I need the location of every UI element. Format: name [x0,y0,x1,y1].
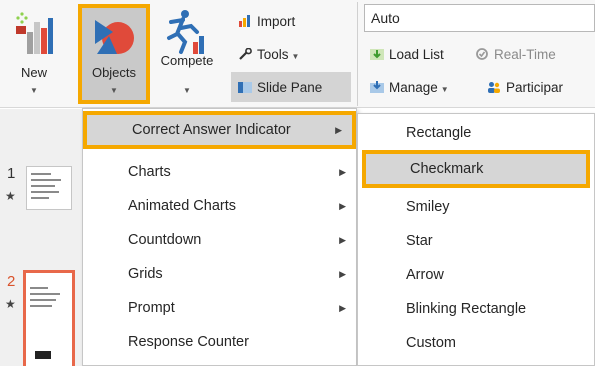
manage-dropdown-icon: ▼ [440,85,449,94]
tools-icon [239,48,252,60]
submenu-arrow-icon: ▶ [335,125,342,135]
submenu-item-blinking-rectangle[interactable]: Blinking Rectangle [358,292,594,326]
slides-pane: 1 ★ 2 ★ [0,109,82,366]
submenu-arrow-icon: ▶ [339,235,346,245]
slide-thumbnail-1[interactable] [26,166,72,210]
compete-dropdown-icon: ▼ [183,86,191,95]
objects-label: Objects [91,65,137,80]
menu-item-label: Response Counter [128,334,249,350]
submenu-item-label: Checkmark [410,161,484,177]
import-label: Import [257,14,296,29]
menu-item-countdown[interactable]: Countdown ▶ [83,223,356,257]
menu-item-label: Grids [128,266,163,282]
objects-menu: Correct Answer Indicator ▶ Charts ▶ Anim… [82,108,357,366]
slide-pane-button[interactable]: Slide Pane [238,76,322,100]
slide-pane-label: Slide Pane [257,80,323,95]
realtime-button[interactable]: Real-Time [475,43,556,67]
import-icon [239,15,250,27]
auto-field[interactable]: Auto [364,4,595,32]
participants-button[interactable]: Participar [487,76,563,100]
manage-label: Manage [389,80,438,95]
participants-icon [488,82,500,93]
objects-button[interactable]: Objects ▼ [78,4,150,104]
new-dropdown-icon: ▼ [30,86,38,95]
realtime-label: Real-Time [494,47,556,62]
slide-number: 1 [7,165,16,182]
ribbon-separator [357,2,358,106]
new-icon [16,12,53,54]
manage-icon [370,81,384,93]
slide-object-icon [35,351,51,359]
compete-button[interactable]: Compete ▼ [150,4,224,104]
compete-icon [167,10,204,54]
tools-label: Tools [257,47,289,62]
menu-item-label: Animated Charts [128,198,236,214]
realtime-icon [476,48,488,60]
slide-number: 2 [7,273,16,290]
submenu-item-rectangle[interactable]: Rectangle [358,116,594,150]
menu-item-response-counter[interactable]: Response Counter [83,325,356,359]
submenu-arrow-icon: ▶ [339,167,346,177]
tools-dropdown-icon: ▼ [291,52,300,61]
star-icon: ★ [5,189,16,203]
star-icon: ★ [5,297,16,311]
submenu-arrow-icon: ▶ [339,303,346,313]
objects-dropdown-icon: ▼ [110,86,118,95]
slide-thumbnail-2[interactable] [23,270,75,366]
load-list-label: Load List [389,47,444,62]
slide-pane-icon [238,82,252,93]
new-button[interactable]: New ▼ [4,4,64,104]
submenu-arrow-icon: ▶ [339,201,346,211]
menu-item-label: Countdown [128,232,202,248]
menu-item-label: Correct Answer Indicator [132,122,291,138]
compete-label: Compete [160,53,214,68]
menu-item-label: Charts [128,164,171,180]
submenu-item-smiley[interactable]: Smiley [358,190,594,224]
submenu-item-arrow[interactable]: Arrow [358,258,594,292]
import-button[interactable]: Import [238,10,295,34]
menu-item-grids[interactable]: Grids ▶ [83,257,356,291]
menu-item-label: Prompt [128,300,175,316]
tools-button[interactable]: Tools ▼ [238,43,299,67]
submenu-item-checkmark[interactable]: Checkmark [362,150,590,188]
load-list-button[interactable]: Load List [370,43,444,67]
correct-answer-indicator-submenu: Rectangle Checkmark Smiley Star Arrow Bl… [357,113,595,366]
manage-button[interactable]: Manage ▼ [370,76,449,100]
submenu-item-custom[interactable]: Custom [358,326,594,360]
menu-item-charts[interactable]: Charts ▶ [83,155,356,189]
objects-icon [95,20,134,54]
menu-item-animated-charts[interactable]: Animated Charts ▶ [83,189,356,223]
participants-label: Participar [506,80,564,95]
load-list-icon [370,49,384,60]
ribbon: New ▼ Objects ▼ Compete ▼ Import Tools ▼ … [0,0,595,108]
menu-item-prompt[interactable]: Prompt ▶ [83,291,356,325]
submenu-arrow-icon: ▶ [339,269,346,279]
new-label: New [20,65,47,80]
menu-item-correct-answer-indicator[interactable]: Correct Answer Indicator ▶ [83,111,356,149]
submenu-item-star[interactable]: Star [358,224,594,258]
